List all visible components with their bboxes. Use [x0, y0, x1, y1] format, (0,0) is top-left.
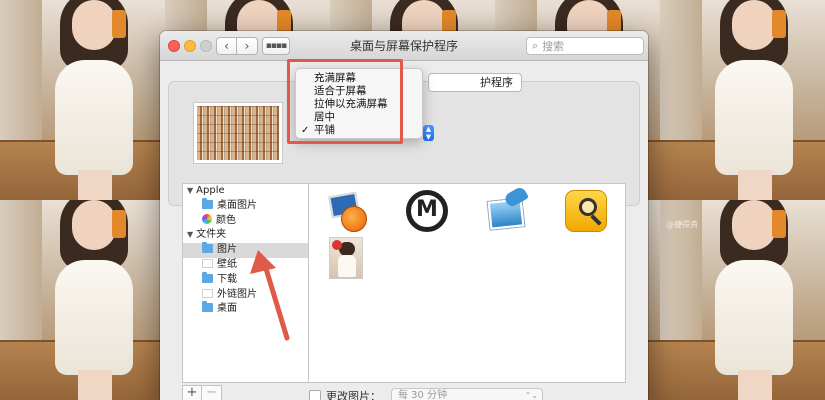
fit-mode-menu: 充满屏幕 适合于屏幕 拉伸以充满屏幕 居中 ✓ 平铺: [295, 68, 423, 139]
chevron-right-icon: ›: [244, 39, 250, 53]
folder-icon: [202, 242, 213, 254]
disclosure-triangle-icon: ▼: [187, 186, 194, 195]
menu-item-stretch-to-fill[interactable]: 拉伸以充满屏幕: [296, 98, 422, 111]
chevron-left-icon: ‹: [224, 39, 229, 53]
remove-folder-button[interactable]: −: [202, 385, 222, 400]
group-folders[interactable]: ▼ 文件夹: [183, 228, 308, 243]
disclosure-triangle-icon: ▼: [187, 230, 194, 240]
photo-thumbnail[interactable]: [329, 237, 363, 279]
source-list: ▼ Apple 桌面图片 颜色 ▼ 文件夹 图片 壁纸 下载 外链图片 桌面: [182, 183, 309, 383]
current-wallpaper-preview: [193, 102, 283, 164]
folder-icon: [202, 271, 213, 283]
app-orange-ball-icon[interactable]: [327, 190, 369, 232]
menu-item-center[interactable]: 居中: [296, 111, 422, 124]
add-remove-controls: + −: [182, 385, 222, 400]
change-picture-checkbox[interactable]: [309, 390, 321, 400]
sidebar-item-desktop-pictures[interactable]: 桌面图片: [183, 197, 308, 214]
change-picture-label: 更改图片：: [326, 390, 381, 400]
interval-select[interactable]: 每 30 分钟 ⌃⌄: [391, 388, 543, 400]
menu-item-fill-screen[interactable]: 充满屏幕: [296, 72, 422, 85]
tab-screensaver[interactable]: 护程序: [428, 73, 522, 92]
sidebar-item-colors[interactable]: 颜色: [183, 213, 308, 229]
search-input[interactable]: [542, 39, 633, 53]
wallpaper-watermark: @捷得资: [666, 220, 698, 229]
change-picture-row: 更改图片： 每 30 分钟 ⌃⌄: [309, 387, 543, 400]
add-folder-button[interactable]: +: [182, 385, 202, 400]
wallpaper-tile: [0, 0, 165, 200]
minimize-button[interactable]: [184, 40, 196, 52]
image-grid: M: [309, 183, 626, 383]
folder-icon: [202, 301, 213, 313]
sidebar-item-pictures[interactable]: 图片: [183, 242, 308, 258]
menu-item-tile[interactable]: ✓ 平铺: [296, 124, 422, 137]
show-all-button[interactable]: ▪▪▪▪: [262, 37, 290, 55]
updown-arrow-icon: ⌃⌄: [524, 391, 538, 400]
sidebar-item-external-images[interactable]: 外链图片: [183, 288, 308, 303]
checkmark-icon: ✓: [301, 125, 310, 136]
grid-icon: ▪▪▪▪: [265, 41, 287, 51]
menu-item-fit-to-screen[interactable]: 适合于屏幕: [296, 85, 422, 98]
magnifier-app-icon[interactable]: [565, 190, 607, 232]
folder-icon: [202, 288, 213, 298]
wallpaper-tile: [660, 200, 825, 400]
fit-popup-stepper[interactable]: ▲ ▼: [423, 125, 434, 141]
preview-photo-icon[interactable]: [487, 185, 530, 232]
title-bar[interactable]: ‹ › ▪▪▪▪ 桌面与屏幕保护程序 ⌕: [160, 31, 648, 61]
zoom-button[interactable]: [200, 40, 212, 52]
sidebar-item-desktop[interactable]: 桌面: [183, 301, 308, 317]
tiled-preview-image: [197, 106, 279, 160]
sidebar-item-downloads[interactable]: 下载: [183, 271, 308, 288]
search-icon: ⌕: [532, 39, 539, 52]
wallpaper-tile: [0, 200, 165, 400]
group-apple[interactable]: ▼ Apple: [183, 184, 308, 199]
folder-icon: [202, 197, 213, 209]
back-button[interactable]: ‹: [216, 37, 237, 55]
folder-icon: [202, 258, 213, 268]
sidebar-item-wallpapers[interactable]: 壁纸: [183, 258, 308, 273]
wallpaper-tile: [660, 0, 825, 200]
search-field[interactable]: ⌕: [526, 37, 644, 55]
m-logo-icon[interactable]: M: [406, 190, 448, 232]
close-button[interactable]: [168, 40, 180, 52]
color-wheel-icon: [202, 213, 212, 224]
forward-button[interactable]: ›: [237, 37, 258, 55]
